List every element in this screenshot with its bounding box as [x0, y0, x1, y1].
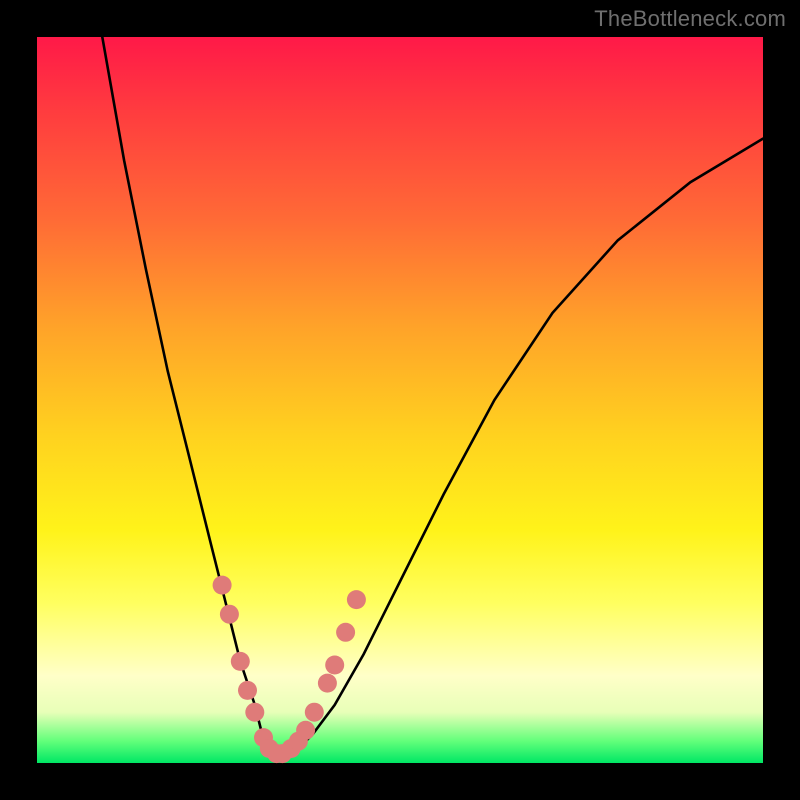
- marker-point: [245, 703, 264, 722]
- chart-svg: [37, 37, 763, 763]
- bottleneck-curve: [102, 37, 763, 756]
- marker-point: [213, 576, 232, 595]
- chart-frame: TheBottleneck.com: [0, 0, 800, 800]
- marker-point: [318, 674, 337, 693]
- marker-group: [213, 576, 366, 764]
- marker-point: [336, 623, 355, 642]
- marker-point: [220, 605, 239, 624]
- marker-point: [238, 681, 257, 700]
- plot-area: [37, 37, 763, 763]
- marker-point: [325, 656, 344, 675]
- marker-point: [305, 703, 324, 722]
- marker-point: [296, 721, 315, 740]
- watermark-text: TheBottleneck.com: [594, 6, 786, 32]
- marker-point: [231, 652, 250, 671]
- marker-point: [347, 590, 366, 609]
